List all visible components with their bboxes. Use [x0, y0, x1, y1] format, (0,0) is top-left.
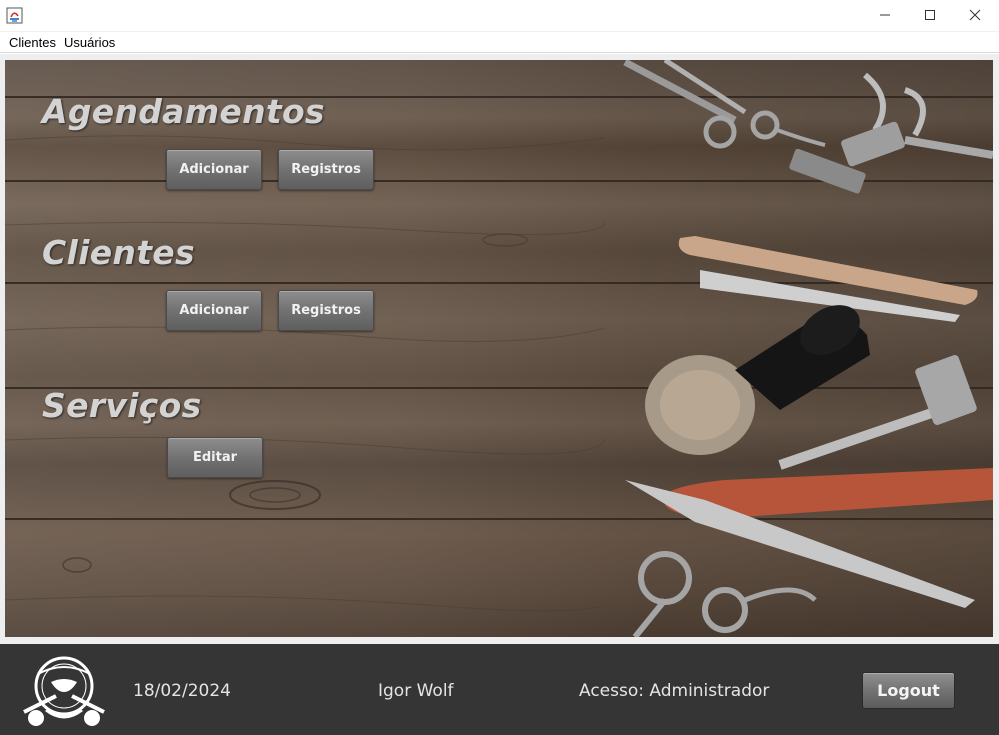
menu-usuarios[interactable]: Usuários [64, 34, 115, 51]
section-title-servicos: Serviços [42, 386, 202, 425]
barber-tools-image [623, 60, 993, 637]
scissors-icon [623, 60, 826, 149]
java-app-icon [6, 7, 23, 24]
minimize-icon [880, 14, 890, 16]
access-level: Acesso: Administrador [579, 681, 770, 701]
shaving-brush-icon [645, 305, 870, 455]
section-title-agendamentos: Agendamentos [42, 92, 325, 131]
clientes-add-button[interactable]: Adicionar [166, 290, 262, 331]
hair-clipper-icon [789, 72, 993, 194]
barber-shop-logo [23, 656, 105, 726]
clientes-records-button[interactable]: Registros [278, 290, 374, 331]
logged-user-name: Igor Wolf [378, 681, 454, 701]
close-button[interactable] [952, 0, 998, 30]
menu-clientes[interactable]: Clientes [9, 34, 56, 51]
current-date: 18/02/2024 [133, 681, 231, 701]
agendamentos-records-button[interactable]: Registros [278, 149, 374, 190]
status-footer: 18/02/2024 Igor Wolf Acesso: Administrad… [0, 644, 999, 735]
red-straight-razor-icon [625, 468, 993, 608]
agendamentos-add-button[interactable]: Adicionar [166, 149, 262, 190]
wood-background-image: Agendamentos Adicionar Registros Cliente… [5, 60, 993, 637]
menu-bar: Clientes Usuários [0, 32, 999, 53]
logout-button[interactable]: Logout [862, 672, 955, 709]
window-title-bar [0, 0, 999, 32]
maximize-button[interactable] [907, 0, 953, 30]
wood-grain [5, 135, 605, 612]
minimize-button[interactable] [862, 0, 908, 30]
servicos-edit-button[interactable]: Editar [167, 437, 263, 478]
maximize-icon [925, 10, 935, 20]
scissors-bottom-icon [632, 551, 817, 637]
section-title-clientes: Clientes [42, 233, 195, 272]
close-icon [969, 9, 981, 21]
main-panel: Agendamentos Adicionar Registros Cliente… [0, 54, 999, 644]
